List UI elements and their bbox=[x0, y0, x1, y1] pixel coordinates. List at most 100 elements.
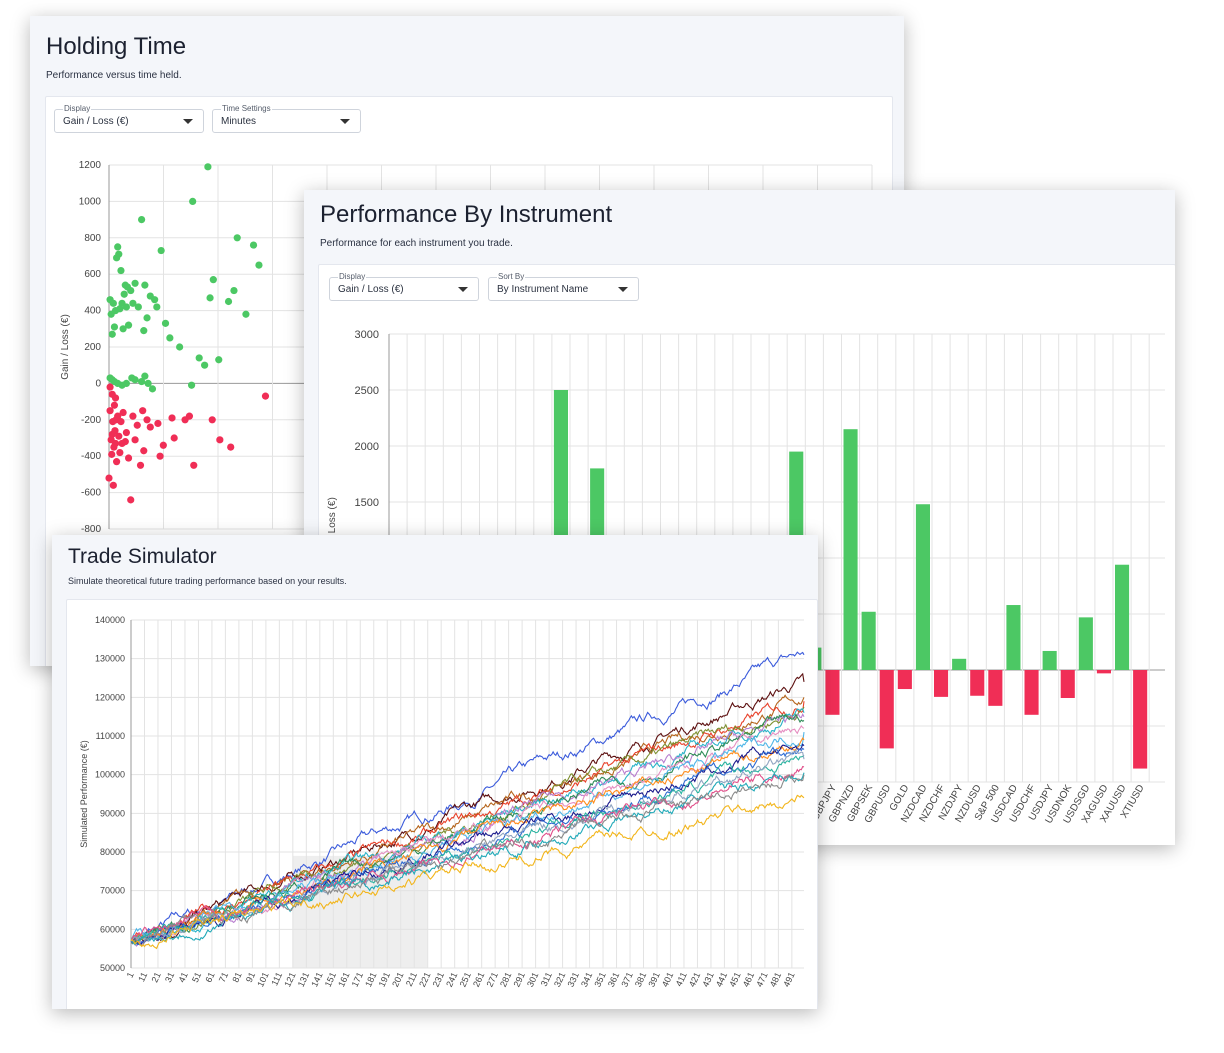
bar bbox=[970, 670, 985, 696]
scatter-point bbox=[139, 407, 147, 415]
scatter-point bbox=[121, 438, 129, 446]
x-tick-label: 91 bbox=[244, 971, 257, 984]
display-select[interactable]: Display Gain / Loss (€) bbox=[54, 104, 204, 133]
scatter-point bbox=[131, 279, 139, 287]
bar bbox=[879, 670, 894, 749]
scatter-point bbox=[189, 197, 197, 205]
x-tick-label: 271 bbox=[485, 971, 500, 989]
page-subtitle: Performance for each instrument you trad… bbox=[320, 238, 513, 249]
y-tick-label: 110000 bbox=[96, 731, 125, 741]
scatter-point bbox=[151, 296, 159, 304]
y-tick-label: 1200 bbox=[79, 160, 102, 171]
scatter-point bbox=[140, 447, 148, 455]
scatter-point bbox=[141, 372, 149, 380]
x-tick-label: 381 bbox=[633, 971, 648, 989]
x-tick-label: 341 bbox=[579, 971, 594, 989]
x-tick-label: 441 bbox=[714, 971, 729, 989]
scatter-point bbox=[195, 354, 203, 362]
y-tick-label: 100000 bbox=[95, 770, 125, 780]
x-tick-label: 391 bbox=[646, 971, 661, 989]
y-tick-label: 400 bbox=[84, 306, 101, 317]
scatter-point bbox=[216, 436, 224, 444]
y-tick-label: 3000 bbox=[355, 329, 379, 341]
y-tick-label: 50000 bbox=[100, 963, 125, 973]
page-subtitle: Performance versus time held. bbox=[46, 70, 182, 81]
y-tick-label: 70000 bbox=[100, 886, 125, 896]
scatter-point bbox=[161, 319, 170, 327]
bar bbox=[861, 611, 876, 670]
y-tick-label: 2000 bbox=[355, 441, 379, 453]
page-subtitle: Simulate theoretical future trading perf… bbox=[68, 576, 347, 586]
chevron-down-icon bbox=[183, 119, 193, 124]
series-line bbox=[130, 732, 805, 942]
y-tick-label: 200 bbox=[84, 342, 101, 353]
x-tick-label: 71 bbox=[217, 971, 230, 984]
scatter-point bbox=[122, 428, 130, 437]
x-tick-label: 101 bbox=[255, 971, 270, 989]
scatter-point bbox=[146, 423, 154, 431]
scatter-point bbox=[242, 310, 250, 318]
scatter-point bbox=[108, 330, 116, 338]
bar bbox=[897, 670, 912, 690]
y-tick-label: -400 bbox=[81, 451, 101, 462]
x-tick-label: 121 bbox=[282, 971, 297, 989]
scatter-point bbox=[109, 299, 117, 307]
scatter-point bbox=[109, 481, 117, 489]
scatter-point bbox=[187, 381, 196, 389]
y-tick-label: -200 bbox=[81, 415, 101, 426]
scatter-point bbox=[224, 297, 233, 306]
scatter-point bbox=[227, 443, 235, 451]
series-line bbox=[130, 672, 805, 942]
scatter-point bbox=[154, 419, 162, 428]
x-tick-label: 311 bbox=[539, 971, 554, 988]
x-tick-label: 461 bbox=[741, 971, 756, 989]
page-title: Performance By Instrument bbox=[320, 201, 613, 228]
scatter-point bbox=[261, 392, 270, 400]
scatter-point bbox=[117, 266, 125, 275]
scatter-point bbox=[148, 385, 157, 393]
scatter-point bbox=[127, 286, 135, 295]
x-tick-label: 211 bbox=[404, 971, 419, 988]
scatter-point bbox=[115, 432, 123, 440]
page-title: Holding Time bbox=[46, 33, 187, 60]
scatter-point bbox=[131, 376, 139, 384]
y-tick-label: 60000 bbox=[100, 924, 125, 934]
x-tick-label: 281 bbox=[498, 971, 513, 989]
y-tick-label: 0 bbox=[95, 378, 101, 389]
scatter-point bbox=[190, 461, 198, 469]
scatter-point bbox=[140, 327, 148, 335]
x-tick-label: 251 bbox=[458, 971, 473, 989]
x-tick-label: 171 bbox=[350, 971, 365, 989]
scatter-point bbox=[138, 216, 146, 224]
scatter-point bbox=[106, 383, 114, 391]
time-settings-select[interactable]: Time Settings Minutes bbox=[212, 104, 361, 133]
y-tick-label: 600 bbox=[84, 269, 101, 280]
y-tick-label: 130000 bbox=[95, 654, 125, 664]
y-tick-label: 120000 bbox=[95, 692, 125, 702]
trade-simulator-window: Trade Simulator Simulate theoretical fut… bbox=[52, 535, 818, 1009]
x-tick-label: 201 bbox=[390, 971, 405, 989]
scatter-point bbox=[157, 246, 165, 255]
x-tick-label: 451 bbox=[727, 971, 742, 989]
x-tick-label: 231 bbox=[431, 971, 446, 989]
simulator-panel: 140000 130000 120000 110000 100000 90000 80000… bbox=[66, 599, 818, 1009]
x-tick-label: 291 bbox=[512, 971, 527, 989]
scatter-point bbox=[215, 356, 223, 364]
y-tick-label: 80000 bbox=[100, 847, 125, 857]
x-tick-label: 191 bbox=[377, 971, 392, 989]
scatter-point bbox=[127, 496, 135, 504]
bar bbox=[1060, 670, 1075, 698]
scatter-point bbox=[110, 323, 119, 331]
scatter-point bbox=[230, 286, 238, 295]
scatter-point bbox=[114, 243, 122, 251]
display-select-value: Gain / Loss (€) bbox=[63, 116, 129, 127]
scatter-point bbox=[113, 458, 121, 466]
bar bbox=[1078, 617, 1093, 670]
y-axis-label: Gain / Loss (€) bbox=[60, 314, 71, 380]
scatter-point bbox=[131, 436, 139, 444]
y-tick-label: 2500 bbox=[355, 385, 379, 397]
x-tick-label: 321 bbox=[552, 971, 567, 989]
scatter-point bbox=[111, 394, 120, 402]
bar bbox=[1115, 564, 1130, 670]
scatter-point bbox=[176, 343, 184, 351]
